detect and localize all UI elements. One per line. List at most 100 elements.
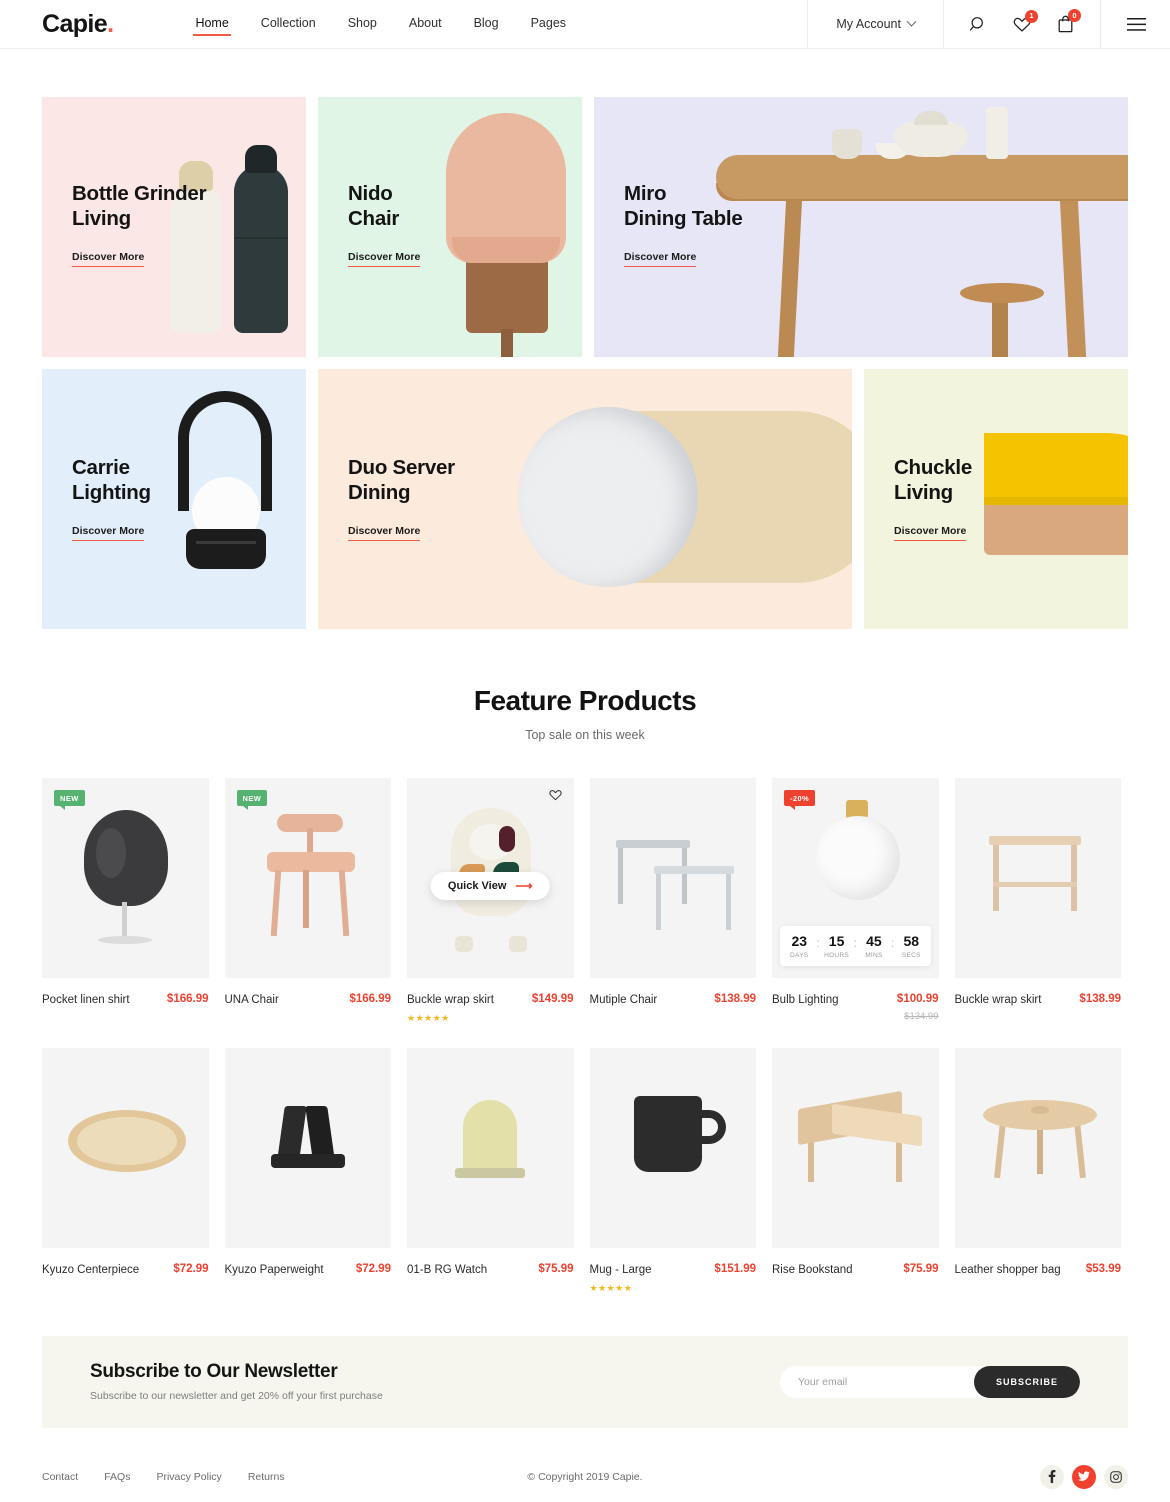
discover-more-link[interactable]: Discover More xyxy=(348,525,421,541)
product-meta: Kyuzo Paperweight $72.99 xyxy=(225,1263,392,1278)
product-thumbnail[interactable] xyxy=(954,1047,1121,1248)
footer-link-returns[interactable]: Returns xyxy=(248,1471,285,1483)
product-name[interactable]: Rise Bookstand xyxy=(772,1263,853,1278)
countdown-days-label: DAYS xyxy=(790,952,809,959)
product-card[interactable]: Buckle wrap skirt $138.99 xyxy=(954,778,1121,1024)
banner-bottle-grinder[interactable]: Bottle Grinder Living Discover More xyxy=(42,97,306,357)
product-name[interactable]: Pocket linen shirt xyxy=(42,993,130,1008)
product-name[interactable]: Buckle wrap skirt xyxy=(955,993,1042,1008)
product-name[interactable]: Leather shopper bag xyxy=(955,1263,1061,1278)
product-card[interactable]: -20% 23 DAYS : 15 HOURS : 45 MINS: 58 S… xyxy=(772,778,939,1024)
twitter-link[interactable] xyxy=(1072,1464,1096,1489)
subscribe-button[interactable]: SUBSCRIBE xyxy=(973,1365,1080,1398)
product-name[interactable]: Kyuzo Paperweight xyxy=(225,1263,324,1278)
multiple-chair-seat-art xyxy=(653,866,734,874)
banner-nido-chair[interactable]: Nido Chair Discover More xyxy=(318,97,582,357)
nav-item-about[interactable]: About xyxy=(407,12,444,36)
product-thumbnail[interactable] xyxy=(772,1047,939,1248)
product-name[interactable]: 01-B RG Watch xyxy=(407,1263,487,1278)
product-name[interactable]: Bulb Lighting xyxy=(772,993,839,1008)
product-thumbnail[interactable]: NEW xyxy=(224,778,391,978)
footer-link-faqs[interactable]: FAQs xyxy=(104,1471,130,1483)
product-card[interactable]: Kyuzo Paperweight $72.99 xyxy=(224,1047,392,1294)
social-links xyxy=(1040,1464,1128,1489)
banner-carrie-lighting[interactable]: Carrie Lighting Discover More xyxy=(42,369,306,629)
discover-more-link[interactable]: Discover More xyxy=(894,525,967,541)
discover-more-link[interactable]: Discover More xyxy=(348,251,421,267)
nav-item-home[interactable]: Home xyxy=(193,12,232,36)
product-card[interactable]: NEW Pocket linen shirt $166.99 xyxy=(42,778,209,1024)
una-chair-leg-art xyxy=(270,869,281,937)
product-card[interactable]: Quick View ⟶ Buckle wrap skirt ★★★★★ $14… xyxy=(407,778,574,1024)
kyuzo-paperweight-art xyxy=(276,1105,307,1160)
product-meta: 01-B RG Watch $75.99 xyxy=(407,1263,574,1278)
footer-link-privacy-policy[interactable]: Privacy Policy xyxy=(156,1471,221,1483)
product-price: $72.99 xyxy=(173,1262,209,1275)
banner-chuckle-living[interactable]: Chuckle Living Discover More xyxy=(864,369,1128,629)
product-name[interactable]: Mutiple Chair xyxy=(590,993,658,1008)
product-card[interactable]: 01-B RG Watch $75.99 xyxy=(407,1047,574,1294)
product-name[interactable]: UNA Chair xyxy=(225,993,279,1008)
product-card[interactable]: NEW UNA Chair $166.99 xyxy=(224,778,392,1024)
product-thumbnail[interactable]: NEW xyxy=(42,778,209,978)
product-thumbnail[interactable]: Quick View ⟶ xyxy=(407,778,574,978)
discover-more-link[interactable]: Discover More xyxy=(72,525,145,541)
banner-title: Chuckle Living xyxy=(894,456,972,504)
product-prices: $72.99 xyxy=(356,1263,391,1275)
product-card[interactable]: Mug - Large ★★★★★ $151.99 xyxy=(589,1047,756,1294)
product-thumbnail[interactable] xyxy=(589,778,756,978)
nav-item-shop[interactable]: Shop xyxy=(346,12,379,36)
countdown-secs-label: SECS xyxy=(901,952,921,959)
email-field[interactable] xyxy=(780,1365,974,1398)
product-name[interactable]: Buckle wrap skirt xyxy=(407,993,494,1008)
product-prices: $72.99 xyxy=(173,1263,208,1275)
copyright-text: © Copyright 2019 Capie. xyxy=(527,1470,643,1483)
table-bowl-art xyxy=(894,111,968,157)
product-name[interactable]: Mug - Large xyxy=(590,1263,652,1278)
search-button[interactable] xyxy=(969,16,987,33)
nav-item-blog[interactable]: Blog xyxy=(472,12,501,36)
nav-item-pages[interactable]: Pages xyxy=(529,12,568,36)
round-table-leg-art xyxy=(1036,1123,1043,1174)
product-meta: Pocket linen shirt $166.99 xyxy=(42,993,209,1008)
product-card[interactable]: Kyuzo Centerpiece $72.99 xyxy=(42,1047,209,1294)
banner-bottle-grinder-text: Bottle Grinder Living Discover More xyxy=(72,181,207,267)
hamburger-icon xyxy=(1127,17,1146,31)
hamburger-menu-button[interactable] xyxy=(1101,17,1170,31)
page-title: Feature Products xyxy=(473,685,697,716)
product-thumbnail[interactable] xyxy=(589,1047,756,1248)
product-card[interactable]: Mutiple Chair $138.99 xyxy=(589,778,756,1024)
product-thumbnail[interactable] xyxy=(42,1047,209,1248)
discover-more-link[interactable]: Discover More xyxy=(72,251,145,267)
my-account-label: My Account xyxy=(836,17,901,31)
facebook-link[interactable] xyxy=(1040,1464,1064,1489)
instagram-link[interactable] xyxy=(1104,1464,1128,1489)
banner-duo-server-dining[interactable]: Duo Server Dining Discover More xyxy=(318,369,852,629)
product-card[interactable]: Leather shopper bag $53.99 xyxy=(954,1047,1121,1294)
cart-button[interactable]: 0 xyxy=(1057,9,1081,33)
banner-title: Carrie Lighting xyxy=(72,456,151,504)
buckle-stool-top-art xyxy=(988,836,1081,845)
product-name[interactable]: Kyuzo Centerpiece xyxy=(42,1263,139,1278)
product-meta: UNA Chair $166.99 xyxy=(225,993,392,1008)
wishlist-toggle-button[interactable] xyxy=(548,789,562,801)
product-thumbnail[interactable] xyxy=(407,1047,574,1248)
banner-title: Nido Chair xyxy=(348,182,400,230)
product-thumbnail[interactable] xyxy=(224,1047,391,1248)
banner-miro-dining-table[interactable]: Miro Dining Table Discover More xyxy=(594,97,1128,357)
my-account-dropdown[interactable]: My Account xyxy=(807,0,944,48)
bookstand-leg-art xyxy=(896,1139,902,1182)
product-card[interactable]: Rise Bookstand $75.99 xyxy=(772,1047,939,1294)
kyuzo-centerpiece-art xyxy=(68,1109,186,1172)
mug-large-art xyxy=(633,1095,702,1172)
discover-more-link[interactable]: Discover More xyxy=(624,251,697,267)
product-price: $53.99 xyxy=(1085,1262,1121,1275)
footer-link-contact[interactable]: Contact xyxy=(42,1471,78,1483)
wishlist-button[interactable]: 1 xyxy=(1013,9,1038,33)
product-prices: $166.99 xyxy=(167,993,209,1005)
product-thumbnail[interactable]: -20% 23 DAYS : 15 HOURS : 45 MINS: 58 S… xyxy=(772,778,939,978)
product-thumbnail[interactable] xyxy=(954,778,1121,978)
nav-item-collection[interactable]: Collection xyxy=(259,12,318,36)
logo[interactable]: Capie. xyxy=(42,10,114,39)
quick-view-button[interactable]: Quick View ⟶ xyxy=(430,872,550,900)
